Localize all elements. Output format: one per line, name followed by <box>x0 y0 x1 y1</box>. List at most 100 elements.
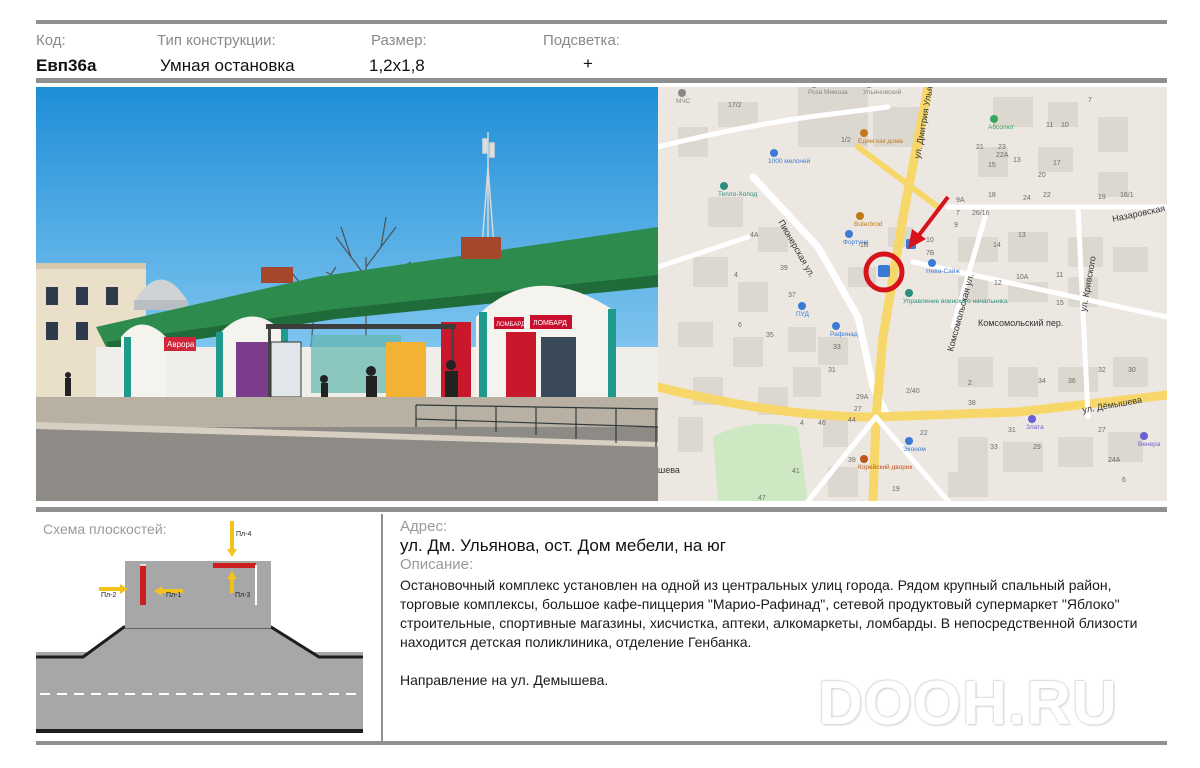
house-number: 15 <box>988 162 996 169</box>
poi-marker-icon <box>798 302 806 310</box>
plane-1-label: Пл-1 <box>166 592 181 599</box>
info-panel: Адрес: ул. Дм. Ульянова, ост. Дом мебели… <box>400 518 1170 690</box>
house-number: 41 <box>792 468 800 475</box>
map-poi[interactable]: Роза Мимоза <box>808 87 848 96</box>
poi-marker-icon <box>678 89 686 97</box>
house-number: 6 <box>738 322 742 329</box>
house-number: 10A <box>1016 274 1029 281</box>
house-number: 39 <box>780 265 788 272</box>
address-value: ул. Дм. Ульянова, ост. Дом мебели, на юг <box>400 536 727 555</box>
type-label: Тип конструкции: <box>157 32 276 49</box>
house-number: 47 <box>758 495 766 501</box>
house-number: 9A <box>956 197 965 204</box>
poi-label: Рафинад <box>830 331 858 338</box>
house-number: 39 <box>848 457 856 464</box>
house-number: 46 <box>818 420 826 427</box>
house-number: 4 <box>800 420 804 427</box>
house-number: 18 <box>988 192 996 199</box>
plane-3-label: Пл-3 <box>235 592 250 599</box>
description-value: Остановочный комплекс установлен на одно… <box>400 577 1138 650</box>
house-number: 1/2 <box>841 137 851 144</box>
poi-label: Эконом <box>903 446 926 453</box>
house-number: 11 <box>1056 272 1063 279</box>
type-value: Умная остановка <box>160 56 295 75</box>
house-number: 31 <box>828 367 836 374</box>
location-photo: Аврора ЛОМБАРД ЛОМБАРД <box>36 87 658 501</box>
house-number: 14 <box>993 242 1001 249</box>
house-number: 30 <box>1128 367 1136 374</box>
plane-2-label: Пл-2 <box>101 592 116 599</box>
size-value: 1,2x1,8 <box>369 56 425 75</box>
house-number: 33 <box>833 344 841 351</box>
plane-3-panel <box>213 563 256 568</box>
description-label: Описание: <box>400 556 474 573</box>
poi-marker-icon <box>860 455 868 463</box>
house-number: 17/2 <box>728 102 742 109</box>
house-number: 24 <box>1023 195 1031 202</box>
size-label: Размер: <box>371 32 427 49</box>
location-map[interactable]: Пионерская ул. ул. Дмитрия Ульянова Комс… <box>658 87 1167 501</box>
poi-marker-icon <box>1028 415 1036 423</box>
house-number: 32 <box>1098 367 1106 374</box>
plane-4-label: Пл-4 <box>236 531 251 538</box>
watermark-logo: DOOH.RU <box>818 669 1118 738</box>
map-poi[interactable]: Ульяновский <box>863 87 902 96</box>
house-number: 36 <box>1068 378 1076 385</box>
house-number: 29A <box>856 394 869 401</box>
poi-label: ПУД <box>796 311 810 318</box>
house-number: 10 <box>1061 122 1069 129</box>
vertical-separator <box>381 514 383 743</box>
bus-stop-icon[interactable] <box>878 265 890 277</box>
poi-label: Ульяновский <box>863 88 902 96</box>
house-number: 16/1 <box>1120 192 1134 199</box>
poi-marker-icon <box>856 212 864 220</box>
poi-marker-icon <box>770 149 778 157</box>
poi-label: Венера <box>1138 441 1161 448</box>
poi-label: Нева-Сайж <box>926 267 960 275</box>
poi-label: Тепло-Холод <box>718 191 757 198</box>
bottom-rule <box>36 741 1167 745</box>
house-number: 7 <box>956 210 960 217</box>
light-label: Подсветка: <box>543 32 620 49</box>
poi-label: МЧС <box>676 98 691 105</box>
header-rule <box>36 78 1167 83</box>
poi-marker-icon <box>832 322 840 330</box>
house-number: 22A <box>996 152 1009 159</box>
chimney <box>461 237 501 259</box>
house-number: 10 <box>926 237 934 244</box>
poi-marker-icon <box>928 259 936 267</box>
house-number: 31 <box>1008 427 1016 434</box>
sidewalk <box>36 397 658 427</box>
poi-label: Управление воинского начальника <box>903 298 1008 305</box>
house-number: 38 <box>968 400 976 407</box>
poi-label: Злата <box>1026 424 1044 431</box>
poi-marker-icon <box>990 115 998 123</box>
shop-sign: Аврора <box>167 340 195 349</box>
poi-marker-icon <box>720 182 728 190</box>
house-number: 37 <box>788 292 796 299</box>
code-value: Евп36а <box>36 56 97 75</box>
house-number: 7Б <box>926 250 935 257</box>
house-number: 20 <box>1038 172 1046 179</box>
house-number: 27 <box>1098 427 1106 434</box>
poi-label: Абсолют <box>988 123 1014 131</box>
house-number: 24A <box>1108 457 1121 464</box>
house-number: 22 <box>1043 192 1051 199</box>
house-number: 19 <box>892 486 900 493</box>
house-number: 21 <box>976 144 984 151</box>
house-number: 11 <box>1046 122 1053 129</box>
house-number: 15 <box>1056 300 1064 307</box>
house-number: 19 <box>1098 194 1106 201</box>
poi-marker-icon <box>860 129 868 137</box>
park-area <box>713 423 808 501</box>
address-label: Адрес: <box>400 518 448 535</box>
house-number: 27 <box>854 406 862 413</box>
top-rule <box>36 20 1167 24</box>
schema-title: Схема плоскостей: <box>43 521 167 537</box>
poi-label: 1000 мелочей <box>768 157 810 165</box>
plane-1-panel <box>140 565 146 605</box>
pawnshop-sign-1: ЛОМБАРД <box>496 322 525 328</box>
poi-marker-icon <box>905 289 913 297</box>
house-number: 4 <box>734 272 738 279</box>
house-number: 29 <box>1033 444 1041 451</box>
